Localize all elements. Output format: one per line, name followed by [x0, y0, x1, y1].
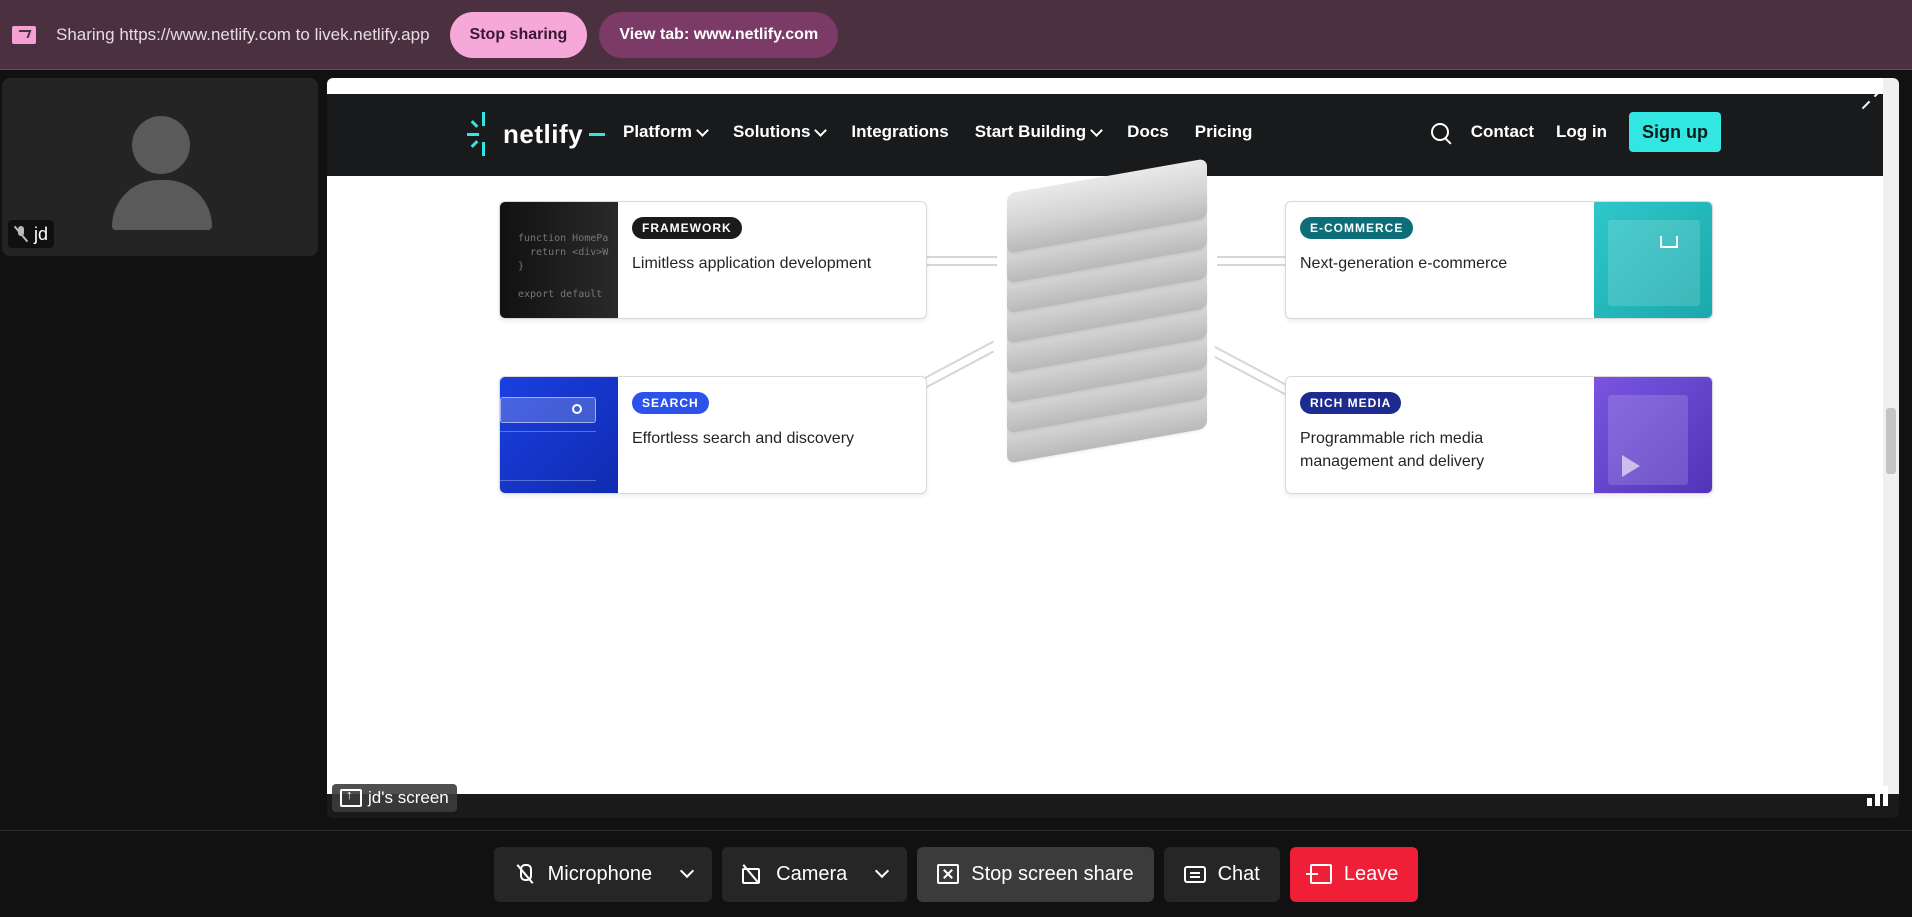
nav-label: Solutions [732, 122, 811, 141]
rich-media-thumbnail [1594, 377, 1712, 493]
stop-screen-share-button[interactable]: Stop screen share [917, 846, 1154, 902]
chevron-down-icon [696, 123, 709, 137]
play-icon [1622, 455, 1640, 477]
page-scrollbar[interactable] [1883, 78, 1899, 794]
nav-label: Platform [623, 122, 692, 141]
chevron-down-icon[interactable] [875, 863, 890, 879]
nav-start-building[interactable]: Start Building [974, 122, 1104, 142]
code-snippet: function HomePa return <div>W } export d… [518, 233, 609, 300]
nav-label: Docs [1127, 122, 1169, 141]
framework-card[interactable]: function HomePa return <div>W } export d… [499, 201, 927, 319]
mic-off-icon [514, 864, 536, 884]
card-title: Programmable rich media management and d… [1300, 430, 1485, 470]
screen-share-icon [340, 787, 362, 807]
netlify-spark-icon [467, 112, 501, 156]
screen-share-label: jd's screen [332, 784, 457, 812]
avatar-placeholder-icon [132, 116, 190, 174]
connector-line [922, 350, 995, 390]
nav-integrations[interactable]: Integrations [851, 122, 948, 142]
nav-right-actions: Contact Log in Sign up [1430, 112, 1721, 152]
media-panel [1608, 395, 1688, 485]
screen-share-bar: Sharing https://www.netlify.com to livek… [0, 0, 1912, 70]
screen-share-stage: netlify Platform Solutions Integrations … [327, 78, 1899, 818]
search-thumbnail [500, 377, 618, 493]
login-link[interactable]: Log in [1556, 122, 1607, 142]
sharing-message: Sharing https://www.netlify.com to livek… [56, 24, 430, 44]
result-rows [500, 431, 596, 481]
search-card[interactable]: SEARCH Effortless search and discovery [499, 376, 927, 494]
scrollbar-thumb[interactable] [1886, 408, 1896, 474]
rich-media-card[interactable]: RICH MEDIA Programmable rich media manag… [1285, 376, 1713, 494]
chevron-down-icon [814, 123, 828, 137]
card-title: Limitless application development [632, 255, 872, 272]
stop-share-icon [937, 864, 960, 884]
stop-share-label: Stop screen share [971, 862, 1134, 885]
logo-dash [589, 132, 606, 136]
leave-label: Leave [1343, 862, 1399, 885]
shared-website: netlify Platform Solutions Integrations … [327, 78, 1883, 794]
camera-off-icon [742, 864, 764, 884]
signup-button[interactable]: Sign up [1629, 112, 1721, 152]
chevron-down-icon[interactable] [680, 863, 695, 879]
screen-owner-label: jd's screen [368, 788, 449, 807]
category-badge: RICH MEDIA [1300, 392, 1402, 414]
search-icon [572, 404, 582, 414]
category-badge: E-COMMERCE [1300, 217, 1414, 239]
microphone-button[interactable]: Microphone [493, 846, 713, 902]
search-icon[interactable] [1430, 123, 1449, 141]
view-tab-button[interactable]: View tab: www.netlify.com [599, 11, 839, 58]
card-title: Effortless search and discovery [632, 430, 855, 447]
category-badge: FRAMEWORK [632, 217, 742, 239]
code-thumbnail: function HomePa return <div>W } export d… [500, 202, 618, 318]
brand-name: netlify [503, 118, 584, 149]
chat-icon [1183, 865, 1206, 883]
connection-quality-icon [1867, 786, 1889, 806]
leave-icon [1305, 864, 1332, 884]
nav-pricing[interactable]: Pricing [1195, 122, 1253, 142]
nav-label: Start Building [974, 122, 1087, 141]
ecommerce-card[interactable]: E-COMMERCE Next-generation e-commerce [1285, 201, 1713, 319]
leave-button[interactable]: Leave [1289, 846, 1419, 902]
camera-label: Camera [776, 862, 848, 885]
chat-button[interactable]: Chat [1163, 846, 1280, 902]
nav-label: Integrations [851, 122, 949, 141]
participant-name-badge: jd [8, 220, 55, 248]
mock-panel [1608, 220, 1700, 306]
platform-tower-illustration [987, 158, 1227, 476]
nav-docs[interactable]: Docs [1127, 122, 1169, 142]
contact-link[interactable]: Contact [1471, 122, 1534, 142]
card-title: Next-generation e-commerce [1300, 255, 1508, 272]
stop-sharing-button[interactable]: Stop sharing [449, 11, 588, 58]
call-control-bar: Microphone Camera Stop screen share Chat… [0, 830, 1912, 917]
avatar-placeholder-body [112, 180, 212, 230]
nav-label: Pricing [1194, 122, 1253, 141]
share-screen-icon [12, 25, 36, 44]
site-navbar: netlify Platform Solutions Integrations … [327, 94, 1883, 176]
participant-name: jd [34, 223, 49, 244]
chat-label: Chat [1217, 862, 1260, 885]
nav-links: Platform Solutions Integrations Start Bu… [623, 122, 1252, 142]
ecommerce-thumbnail [1594, 202, 1712, 318]
netlify-logo[interactable]: netlify [467, 112, 606, 156]
microphone-label: Microphone [547, 862, 653, 885]
nav-solutions[interactable]: Solutions [732, 122, 828, 142]
category-badge: SEARCH [632, 392, 709, 414]
connector-line [922, 340, 995, 380]
minimize-icon[interactable] [1861, 88, 1883, 110]
nav-platform[interactable]: Platform [623, 122, 709, 142]
chevron-down-icon [1090, 123, 1104, 137]
camera-button[interactable]: Camera [722, 846, 908, 902]
mic-muted-icon [14, 225, 28, 243]
participant-tile[interactable]: jd [2, 78, 318, 256]
